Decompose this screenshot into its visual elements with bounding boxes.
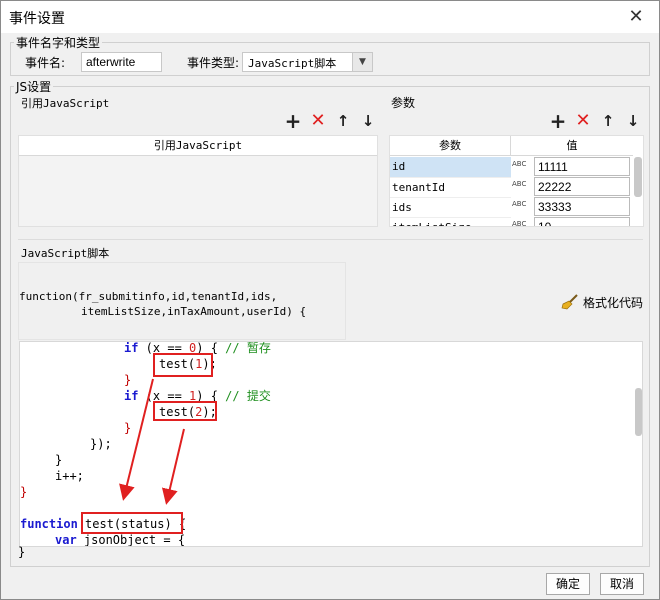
ref-js-column-header: 引用JavaScript: [19, 136, 377, 156]
ref-js-title: 引用JavaScript: [21, 97, 110, 110]
param-value-cell[interactable]: 11111: [534, 157, 630, 176]
params-up-icon[interactable]: ↑: [599, 112, 617, 130]
code-line: });: [90, 437, 112, 451]
abc-type-icon[interactable]: ABC: [512, 200, 532, 208]
ref-js-list[interactable]: 引用JavaScript: [18, 135, 378, 227]
param-name-cell[interactable]: id: [390, 157, 511, 177]
ref-js-add-icon[interactable]: +: [284, 111, 302, 131]
highlight-test1: [153, 353, 213, 377]
divider: [18, 239, 643, 240]
broom-icon: [561, 294, 578, 310]
close-icon[interactable]: ✕: [623, 5, 649, 29]
code-line: var jsonObject = {: [55, 533, 186, 547]
abc-type-icon[interactable]: ABC: [512, 160, 532, 168]
param-value-cell[interactable]: 33333: [534, 197, 630, 216]
event-type-select[interactable]: JavaScript脚本 ▼: [242, 52, 373, 72]
title-bar: 事件设置 ✕: [1, 1, 659, 33]
highlight-test2: [153, 401, 217, 421]
ok-button[interactable]: 确定: [546, 573, 590, 595]
cancel-button[interactable]: 取消: [600, 573, 644, 595]
abc-type-icon[interactable]: ABC: [512, 220, 532, 226]
param-value-cell[interactable]: 22222: [534, 177, 630, 196]
dialog-title: 事件设置: [9, 11, 65, 27]
event-type-value: JavaScript脚本: [248, 57, 337, 70]
format-code-label: 格式化代码: [583, 296, 644, 310]
script-signature-line2: itemListSize,inTaxAmount,userId) {: [81, 305, 307, 318]
ref-js-down-icon[interactable]: ↓: [359, 112, 377, 130]
highlight-test-function: [81, 512, 183, 534]
chevron-down-icon[interactable]: ▼: [352, 53, 372, 71]
abc-type-icon[interactable]: ABC: [512, 180, 532, 188]
code-line: }: [18, 545, 26, 559]
params-header-name: 参数: [390, 136, 511, 156]
params-table[interactable]: 参数 值 id ABC 11111 tenantId ABC 22222 ids…: [389, 135, 644, 227]
ref-js-up-icon[interactable]: ↑: [334, 112, 352, 130]
params-add-icon[interactable]: +: [549, 111, 567, 131]
code-line: }: [55, 453, 63, 467]
params-delete-icon[interactable]: ✕: [574, 112, 592, 130]
code-line: i++;: [55, 469, 84, 483]
params-down-icon[interactable]: ↓: [624, 112, 642, 130]
script-title: JavaScript脚本: [21, 247, 110, 260]
code-line: }: [124, 373, 132, 387]
event-settings-dialog: 事件设置 ✕ 事件名字和类型 事件名: afterwrite 事件类型: Jav…: [0, 0, 660, 600]
param-name-cell[interactable]: ids: [390, 197, 511, 217]
params-title: 参数: [391, 96, 416, 110]
event-name-input[interactable]: afterwrite: [81, 52, 162, 72]
code-line: }: [124, 421, 132, 435]
event-type-label: 事件类型:: [187, 56, 240, 70]
param-name-cell[interactable]: itemListSize: [390, 217, 511, 226]
event-name-group-title: 事件名字和类型: [14, 34, 103, 51]
params-header-value: 值: [511, 136, 633, 156]
event-name-label: 事件名:: [25, 56, 66, 70]
code-line: }: [20, 485, 28, 499]
js-settings-group-title: JS设置: [14, 78, 54, 95]
code-scrollbar[interactable]: [635, 388, 642, 436]
param-name-cell[interactable]: tenantId: [390, 177, 511, 197]
params-scrollbar[interactable]: [634, 157, 642, 197]
param-value-cell[interactable]: 10: [534, 217, 630, 226]
script-signature-line1: function(fr_submitinfo,id,tenantId,ids,: [19, 290, 278, 303]
ref-js-delete-icon[interactable]: ✕: [309, 112, 327, 130]
format-code-button[interactable]: 格式化代码: [561, 293, 647, 311]
